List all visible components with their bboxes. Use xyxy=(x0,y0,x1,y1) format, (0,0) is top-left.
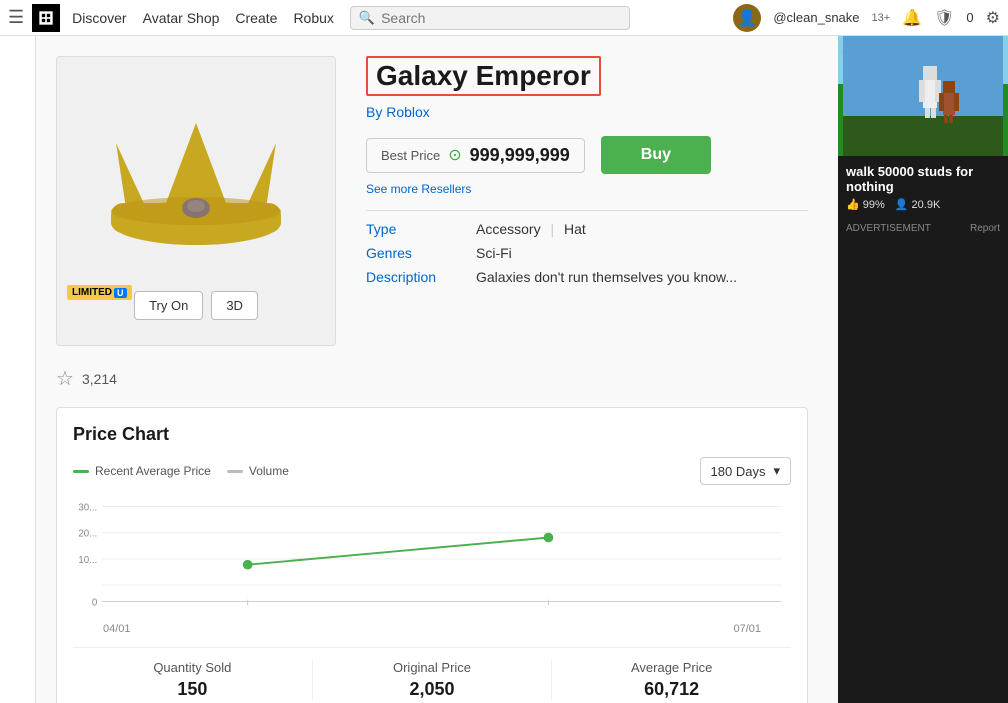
legend-avg: Recent Average Price xyxy=(73,464,211,478)
stat-quantity-title: Quantity Sold xyxy=(73,660,312,675)
ad-bottom: walk 50000 studs for nothing 👍 99% 👤 20.… xyxy=(838,156,1008,219)
genres-value: Sci-Fi xyxy=(476,245,512,261)
product-info: Galaxy Emperor By Roblox Best Price ⊙ 99… xyxy=(366,56,808,293)
robux-count: 0 xyxy=(966,10,973,25)
username: @clean_snake xyxy=(773,10,859,25)
center-content: LIMITED U Try On 3D Galaxy Emperor By Ro… xyxy=(36,36,838,703)
nav-links: Discover Avatar Shop Create Robux xyxy=(72,10,334,26)
search-icon: 🔍 xyxy=(359,10,375,26)
chart-header: Recent Average Price Volume 180 Days ▾ xyxy=(73,457,791,485)
shield-icon[interactable]: 🛡 xyxy=(934,8,954,28)
stat-original-price: Original Price 2,050 xyxy=(313,660,553,700)
nav-create[interactable]: Create xyxy=(235,10,277,26)
stat-avg-title: Average Price xyxy=(552,660,791,675)
product-area: LIMITED U Try On 3D Galaxy Emperor By Ro… xyxy=(36,36,838,703)
limited-label: LIMITED xyxy=(72,287,112,298)
buy-button[interactable]: Buy xyxy=(601,136,711,174)
best-price-label: Best Price xyxy=(381,148,440,163)
type-value: Accessory | Hat xyxy=(476,221,586,237)
search-bar[interactable]: 🔍 xyxy=(350,6,630,30)
favorites-row: ☆ 3,214 xyxy=(56,366,808,391)
ad-stat-likes: 👍 99% xyxy=(846,198,885,211)
product-image-box: LIMITED U Try On 3D xyxy=(56,56,336,346)
chart-legend: Recent Average Price Volume xyxy=(73,464,289,478)
stat-quantity-sold: Quantity Sold 150 xyxy=(73,660,313,700)
limited-badge: LIMITED U xyxy=(67,285,132,300)
nav-avatar-shop[interactable]: Avatar Shop xyxy=(143,10,220,26)
x-label-1: 04/01 xyxy=(103,623,131,635)
product-image xyxy=(96,83,296,283)
age-badge: 13+ xyxy=(872,12,891,24)
stats-row: Quantity Sold 150 Original Price 2,050 A… xyxy=(73,647,791,700)
avatar: 👤 xyxy=(733,4,761,32)
legend-green-line xyxy=(73,470,89,473)
svg-text:20...: 20... xyxy=(78,529,97,540)
genres-label: Genres xyxy=(366,245,456,261)
divider xyxy=(366,210,808,211)
left-sidebar xyxy=(0,36,36,703)
stat-avg-price: Average Price 60,712 xyxy=(552,660,791,700)
stat-quantity-value: 150 xyxy=(73,679,312,700)
description-label: Description xyxy=(366,269,456,285)
stat-original-value: 2,050 xyxy=(313,679,552,700)
svg-text:10...: 10... xyxy=(78,555,97,566)
ad-stats: 👍 99% 👤 20.9K xyxy=(846,198,1000,211)
topnav: ☰ Discover Avatar Shop Create Robux 🔍 👤 … xyxy=(0,0,1008,36)
stat-avg-value: 60,712 xyxy=(552,679,791,700)
legend-avg-label: Recent Average Price xyxy=(95,464,211,478)
image-buttons: Try On 3D xyxy=(134,291,258,320)
price-value: 999,999,999 xyxy=(470,145,570,166)
period-select[interactable]: 180 Days ▾ xyxy=(700,457,791,485)
topnav-right: 👤 @clean_snake 13+ 🔔 🛡 0 ⚙ xyxy=(733,4,1000,32)
search-input[interactable] xyxy=(381,10,621,26)
price-box: Best Price ⊙ 999,999,999 xyxy=(366,138,585,173)
type-row: Type Accessory | Hat xyxy=(366,221,808,237)
see-resellers-link[interactable]: See more Resellers xyxy=(366,182,808,196)
stat-original-title: Original Price xyxy=(313,660,552,675)
x-label-2: 07/01 xyxy=(733,623,761,635)
price-chart-section: Price Chart Recent Average Price Volume xyxy=(56,407,808,703)
price-chart-title: Price Chart xyxy=(73,424,791,445)
description-value: Galaxies don't run themselves you know..… xyxy=(476,269,737,285)
chevron-down-icon: ▾ xyxy=(773,463,780,479)
nav-robux[interactable]: Robux xyxy=(293,10,333,26)
type-label: Type xyxy=(366,221,456,237)
report-link[interactable]: Report xyxy=(970,223,1000,234)
ad-footer: ADVERTISEMENT Report xyxy=(838,219,1008,238)
svg-text:0: 0 xyxy=(92,597,98,608)
product-header: LIMITED U Try On 3D Galaxy Emperor By Ro… xyxy=(56,56,808,346)
main-layout: LIMITED U Try On 3D Galaxy Emperor By Ro… xyxy=(0,36,1008,703)
gear-icon[interactable]: ⚙ xyxy=(986,8,1000,28)
robux-icon: ⊙ xyxy=(448,145,461,165)
legend-gray-line xyxy=(227,470,243,473)
product-creator[interactable]: By Roblox xyxy=(366,104,808,120)
chart-area: 30... 20... 10... 0 xyxy=(73,495,791,615)
ad-scene: It's been 500 years... xyxy=(838,36,1008,156)
hamburger-icon[interactable]: ☰ xyxy=(8,7,24,28)
legend-vol: Volume xyxy=(227,464,289,478)
nav-discover[interactable]: Discover xyxy=(72,10,126,26)
try-on-button[interactable]: Try On xyxy=(134,291,203,320)
bell-icon[interactable]: 🔔 xyxy=(902,8,922,28)
legend-vol-label: Volume xyxy=(249,464,289,478)
favorite-icon[interactable]: ☆ xyxy=(56,366,74,391)
price-row: Best Price ⊙ 999,999,999 Buy xyxy=(366,136,808,174)
limited-u-badge: U xyxy=(114,288,127,298)
svg-text:30...: 30... xyxy=(78,502,97,513)
chart-svg: 30... 20... 10... 0 xyxy=(73,495,791,615)
ad-walk-text: walk 50000 studs for nothing xyxy=(846,164,1000,194)
period-label: 180 Days xyxy=(711,464,766,479)
favorites-count: 3,214 xyxy=(82,371,117,387)
genres-row: Genres Sci-Fi xyxy=(366,245,808,261)
product-title: Galaxy Emperor xyxy=(366,56,601,96)
ad-label: ADVERTISEMENT xyxy=(846,223,931,234)
description-row: Description Galaxies don't run themselve… xyxy=(366,269,808,285)
x-labels: 04/01 07/01 xyxy=(73,623,791,635)
ad-stat-players: 👤 20.9K xyxy=(895,198,941,211)
roblox-logo[interactable] xyxy=(32,4,60,32)
right-sidebar: It's been 500 years... xyxy=(838,36,1008,703)
ad-container: It's been 500 years... xyxy=(838,36,1008,703)
3d-button[interactable]: 3D xyxy=(211,291,258,320)
